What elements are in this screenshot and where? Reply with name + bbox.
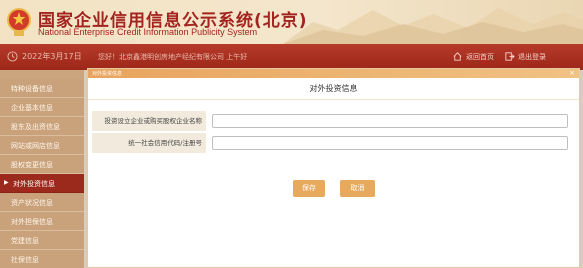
form-row-credit-code: 统一社会信用代码/注册号: [92, 133, 575, 153]
save-button[interactable]: 保存: [293, 180, 325, 197]
clock-icon: [7, 51, 18, 62]
great-wall-decoration: [283, 8, 583, 44]
sidebar-item-label: 股东及出资信息: [11, 123, 60, 131]
dialog-titlebar-text: 对外投资信息: [92, 71, 123, 77]
top-toolbar: 2022年3月17日 您好！北京鑫港明创房地产经纪有限公司 上午好 返回首页 退…: [0, 44, 583, 70]
sidebar-item-investment[interactable]: ▶ 对外投资信息: [0, 174, 84, 193]
active-arrow-icon: ▶: [4, 179, 9, 186]
sidebar-item-party[interactable]: 党建信息: [0, 231, 84, 250]
return-home-icon[interactable]: [452, 51, 463, 62]
logout-link[interactable]: 退出登录: [518, 52, 546, 62]
national-emblem-icon: [7, 8, 31, 36]
company-name-label: 投资设立企业或购买股权企业名称: [92, 111, 206, 131]
investment-dialog: 对外投资信息 × 对外投资信息 投资设立企业或购买股权企业名称 统一社会信用代码…: [87, 68, 580, 268]
return-home-link[interactable]: 返回首页: [466, 52, 494, 62]
sidebar-item-label: 特种设备信息: [11, 85, 53, 93]
company-name-input[interactable]: [212, 114, 568, 128]
sidebar-item-label: 对外担保信息: [11, 218, 53, 226]
sidebar-item-label: 企业基本信息: [11, 104, 53, 112]
credit-code-label: 统一社会信用代码/注册号: [92, 133, 206, 153]
close-icon[interactable]: ×: [569, 69, 575, 78]
sidebar-item-label: 资产状况信息: [11, 199, 53, 207]
dialog-titlebar: 对外投资信息 ×: [88, 69, 579, 78]
sidebar-item-equity-change[interactable]: 股权变更信息: [0, 155, 84, 174]
site-subtitle: National Enterprise Credit Information P…: [38, 27, 258, 37]
divider: [88, 99, 579, 100]
sidebar-item-shareholders[interactable]: 股东及出资信息: [0, 117, 84, 136]
sidebar-item-guarantee[interactable]: 对外担保信息: [0, 212, 84, 231]
sidebar-item-social-security[interactable]: 社保信息: [0, 250, 84, 268]
dialog-heading: 对外投资信息: [309, 84, 358, 93]
logout-icon[interactable]: [504, 51, 515, 62]
sidebar-nav: 特种设备信息 企业基本信息 股东及出资信息 网站或网店信息 股权变更信息 ▶ 对…: [0, 70, 84, 268]
site-header: 国家企业信用信息公示系统(北京) National Enterprise Cre…: [0, 0, 583, 44]
company-greeting: 您好！北京鑫港明创房地产经纪有限公司 上午好: [98, 53, 248, 61]
sidebar-item-label: 社保信息: [11, 256, 39, 264]
sidebar-item-website[interactable]: 网站或网店信息: [0, 136, 84, 155]
current-date: 2022年3月17日: [22, 52, 82, 61]
sidebar-item-special-equipment[interactable]: 特种设备信息: [0, 79, 84, 98]
sidebar-item-label: 对外投资信息: [13, 180, 55, 188]
sidebar-item-assets[interactable]: 资产状况信息: [0, 193, 84, 212]
sidebar-item-label: 网站或网店信息: [11, 142, 60, 150]
cancel-button[interactable]: 取消: [340, 180, 375, 197]
sidebar-item-basic-info[interactable]: 企业基本信息: [0, 98, 84, 117]
sidebar-item-label: 党建信息: [11, 237, 39, 245]
credit-code-input[interactable]: [212, 136, 568, 150]
form-row-company-name: 投资设立企业或购买股权企业名称: [92, 111, 575, 131]
sidebar-item-label: 股权变更信息: [11, 161, 53, 169]
